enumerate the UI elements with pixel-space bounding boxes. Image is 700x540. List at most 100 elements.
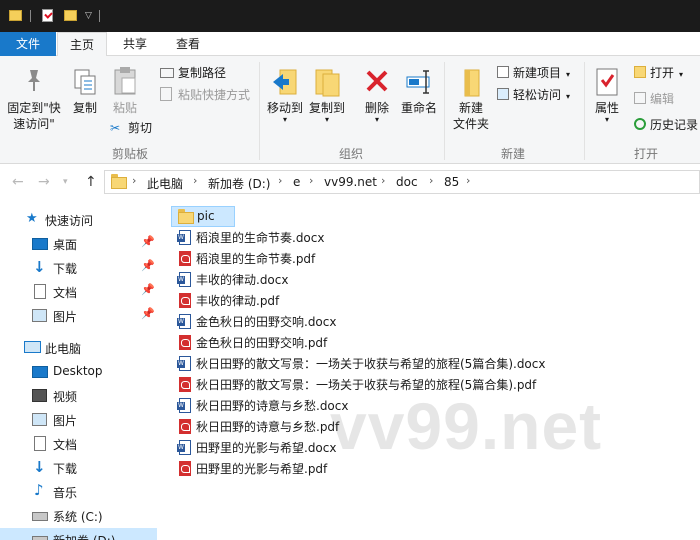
pin-icon[interactable]: 📌	[141, 307, 155, 320]
sidebar-item-label: 系统 (C:)	[53, 510, 103, 524]
new-folder-label-2: 文件夹	[452, 117, 489, 131]
list-item[interactable]: 秋日田野的散文写景：一场关于收获与希望的旅程(5篇合集).pdf	[171, 374, 581, 395]
sidebar-item-drive-d[interactable]: 新加卷 (D:)	[0, 528, 157, 540]
list-item-folder[interactable]: pic	[171, 206, 235, 227]
sidebar-item-label: 此电脑	[45, 342, 82, 356]
new-folder-icon	[464, 69, 480, 97]
properties-button[interactable]: 属性 ▾	[590, 66, 624, 124]
easy-access-button[interactable]: 轻松访问 ▾	[497, 87, 570, 105]
list-item[interactable]: 金色秋日的田野交响.pdf	[171, 332, 581, 353]
picture-icon	[32, 309, 47, 322]
up-arrow-icon[interactable]: ↑	[85, 174, 97, 190]
sidebar-item-downloads-2[interactable]: ↓ 下载	[0, 456, 157, 480]
tab-home[interactable]: 主页	[57, 32, 107, 57]
list-item[interactable]: 田野里的光影与希望.pdf	[171, 458, 581, 479]
document-icon	[34, 284, 46, 299]
sidebar-item-downloads[interactable]: ↓ 下载 📌	[0, 256, 157, 280]
tab-view[interactable]: 查看	[166, 32, 210, 56]
paste-shortcut-label: 粘贴快捷方式	[178, 88, 251, 102]
word-document-icon	[177, 440, 191, 455]
breadcrumb-vv99[interactable]: vv99.net	[324, 175, 377, 189]
chevron-right-icon[interactable]: ›	[278, 174, 282, 187]
sidebar-item-this-pc[interactable]: 此电脑	[0, 336, 157, 360]
file-name: 稻浪里的生命节奏.pdf	[196, 252, 316, 266]
file-name: 金色秋日的田野交响.docx	[196, 315, 337, 329]
edit-button[interactable]: 编辑	[634, 91, 674, 107]
list-item[interactable]: 丰收的律动.pdf	[171, 290, 581, 311]
sidebar-item-documents[interactable]: 文档 📌	[0, 280, 157, 304]
list-item[interactable]: 田野里的光影与希望.docx	[171, 437, 581, 458]
move-to-dropdown-icon: ▾	[282, 115, 287, 124]
list-item[interactable]: 稻浪里的生命节奏.docx	[171, 227, 581, 248]
breadcrumb-doc[interactable]: doc	[396, 175, 418, 189]
video-icon	[32, 389, 47, 402]
breadcrumb-this-pc[interactable]: 此电脑	[147, 175, 183, 192]
sidebar-item-videos[interactable]: 视频	[0, 384, 157, 408]
sidebar-item-music[interactable]: ♪ 音乐	[0, 480, 157, 504]
list-item[interactable]: 秋日田野的诗意与乡愁.docx	[171, 395, 581, 416]
breadcrumb-drive-d[interactable]: 新加卷 (D:)	[208, 175, 270, 192]
pin-icon[interactable]: 📌	[141, 283, 155, 296]
easy-access-label: 轻松访问	[513, 88, 562, 102]
navigation-bar: ← → ▾ ↑ › 此电脑 › 新加卷 (D:) › e › vv99.net …	[0, 164, 700, 200]
copy-button[interactable]: 复制	[68, 68, 102, 116]
chevron-right-icon[interactable]: ›	[381, 174, 385, 187]
pin-icon[interactable]: 📌	[141, 235, 155, 248]
sidebar-item-documents-2[interactable]: 文档	[0, 432, 157, 456]
list-item[interactable]: 金色秋日的田野交响.docx	[171, 311, 581, 332]
sidebar-item-pictures[interactable]: 图片 📌	[0, 304, 157, 328]
list-item[interactable]: 稻浪里的生命节奏.pdf	[171, 248, 581, 269]
history-button[interactable]: 历史记录	[634, 117, 698, 133]
open-button[interactable]: 打开 ▾	[634, 65, 683, 83]
tab-file[interactable]: 文件	[0, 32, 56, 56]
customize-toolbar-icon[interactable]: ▽	[85, 11, 92, 25]
sidebar-item-label: 图片	[53, 414, 78, 428]
paste-button[interactable]: 粘贴	[108, 66, 142, 116]
recent-locations-chevron-icon[interactable]: ▾	[63, 177, 68, 187]
copy-to-button[interactable]: 复制到 ▾	[306, 66, 348, 124]
chevron-right-icon[interactable]: ›	[193, 174, 197, 187]
drive-icon	[32, 512, 48, 521]
pin-icon[interactable]: 📌	[141, 259, 155, 272]
breadcrumb-e[interactable]: e	[293, 175, 300, 189]
chevron-right-icon[interactable]: ›	[132, 174, 136, 187]
toolbar-divider	[99, 10, 100, 22]
sidebar-item-desktop-en[interactable]: Desktop	[0, 360, 157, 384]
address-bar[interactable]: › 此电脑 › 新加卷 (D:) › e › vv99.net › doc › …	[104, 170, 700, 194]
clipboard-group-label: 剪贴板	[111, 147, 148, 161]
chevron-right-icon[interactable]: ›	[309, 174, 313, 187]
history-label: 历史记录	[650, 118, 699, 132]
new-folder-icon[interactable]	[64, 10, 77, 21]
list-item[interactable]: 丰收的律动.docx	[171, 269, 581, 290]
copy-path-button[interactable]: 复制路径	[160, 65, 226, 81]
properties-check-icon[interactable]	[42, 9, 53, 22]
folder-icon[interactable]	[9, 10, 22, 21]
forward-arrow-icon[interactable]: →	[38, 174, 50, 190]
star-icon: ★	[26, 211, 38, 226]
breadcrumb-85[interactable]: 85	[444, 175, 459, 189]
cut-button[interactable]: ✂ 剪切	[110, 120, 152, 136]
pin-quick-access-button[interactable]: 固定到"快 速访问"	[4, 68, 64, 132]
list-item[interactable]: 秋日田野的诗意与乡愁.pdf	[171, 416, 581, 437]
new-item-icon	[497, 66, 509, 78]
delete-button[interactable]: 删除 ▾	[358, 66, 396, 124]
open-label: 打开	[650, 66, 675, 80]
ribbon-tabs: 文件 主页 共享 查看	[0, 32, 700, 57]
list-item[interactable]: 秋日田野的散文写景：一场关于收获与希望的旅程(5篇合集).docx	[171, 353, 581, 374]
folder-icon	[178, 209, 194, 224]
sidebar-item-drive-c[interactable]: 系统 (C:)	[0, 504, 157, 528]
move-to-button[interactable]: 移动到 ▾	[264, 66, 306, 124]
new-folder-button[interactable]: 新建 文件夹	[449, 66, 493, 132]
chevron-right-icon[interactable]: ›	[429, 174, 433, 187]
sidebar-item-quick-access[interactable]: ★ 快速访问	[0, 208, 157, 232]
tab-share[interactable]: 共享	[113, 32, 157, 56]
sidebar-item-desktop[interactable]: 桌面 📌	[0, 232, 157, 256]
new-item-button[interactable]: 新建项目 ▾	[497, 65, 570, 83]
rename-button[interactable]: 重命名	[398, 66, 440, 116]
sidebar-item-pictures-2[interactable]: 图片	[0, 408, 157, 432]
back-arrow-icon[interactable]: ←	[12, 174, 24, 190]
paste-shortcut-button[interactable]: 粘贴快捷方式	[160, 87, 250, 103]
sidebar-item-label: 图片	[53, 310, 78, 324]
chevron-right-icon[interactable]: ›	[466, 174, 470, 187]
group-divider	[584, 62, 585, 160]
